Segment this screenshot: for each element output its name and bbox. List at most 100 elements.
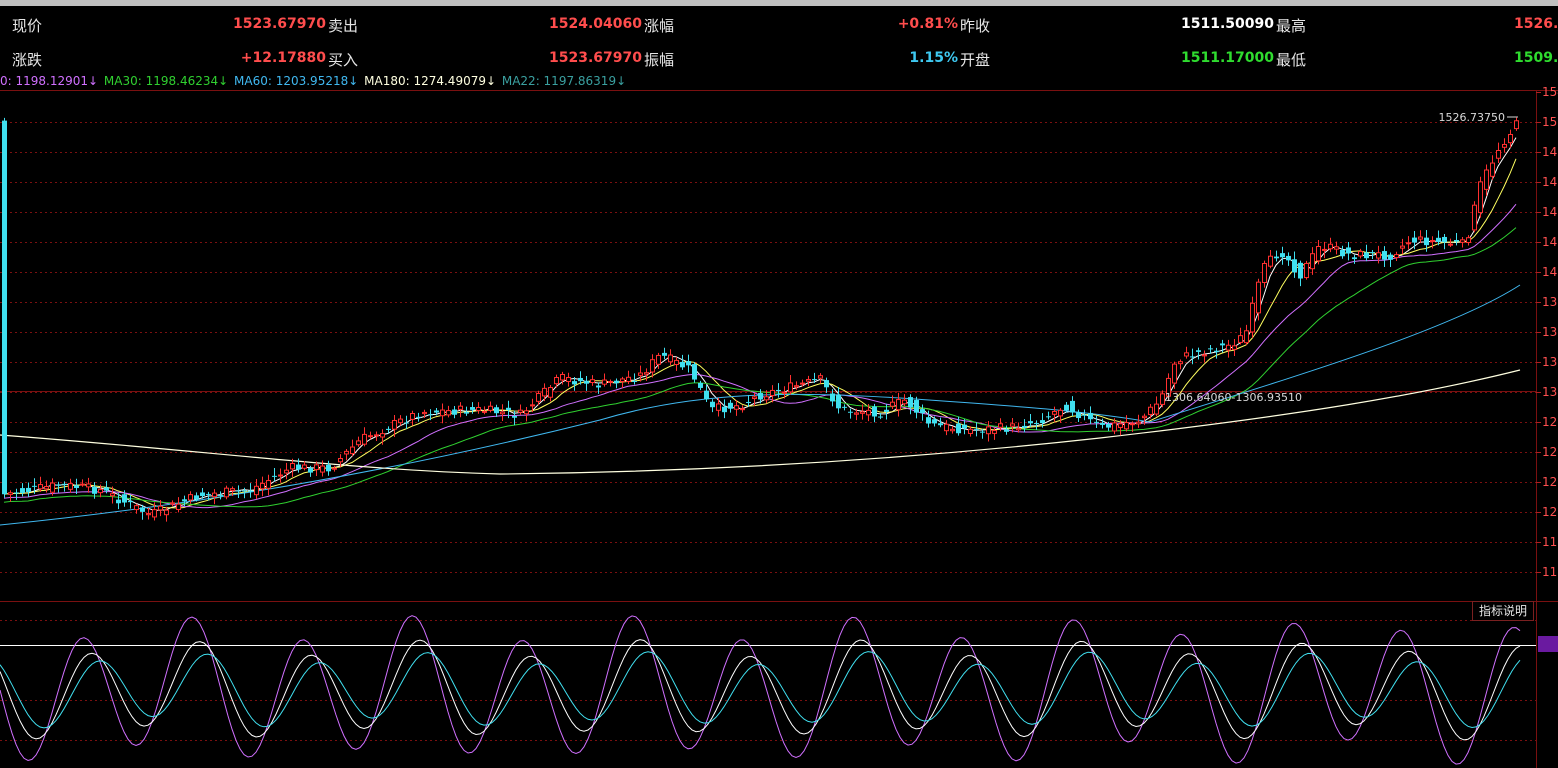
candle-body-down	[1034, 423, 1039, 425]
candle-body-up	[674, 359, 679, 365]
candle-body-up	[860, 411, 865, 414]
candle-body-up	[650, 359, 655, 373]
candle-body-down	[1106, 424, 1111, 428]
candle-body-up	[518, 409, 523, 413]
candle-body-up	[1232, 345, 1237, 350]
candle-body-down	[428, 414, 433, 416]
candle-body-down	[1370, 252, 1375, 254]
candle-body-up	[734, 405, 739, 410]
candle-body-down	[1292, 259, 1297, 273]
candle-body-down	[728, 402, 733, 409]
axis-label: 147	[1542, 175, 1558, 189]
candle-body-up	[446, 410, 451, 416]
candle-body-up	[362, 433, 367, 445]
candle-body-up	[1250, 302, 1255, 333]
candle-body-up	[44, 486, 49, 490]
candle-body-up	[1448, 243, 1453, 246]
candle-body-up	[1202, 354, 1207, 357]
candle-body-down	[2, 120, 7, 495]
candle-body-up	[212, 492, 217, 498]
candle-body-up	[152, 509, 157, 518]
candle-body-up	[1154, 403, 1159, 415]
candle-body-down	[122, 494, 127, 503]
candle-body-up	[602, 379, 607, 385]
candle-body-down	[812, 379, 817, 381]
candle-body-down	[1082, 414, 1087, 416]
candle-body-up	[1262, 262, 1267, 284]
candle-body-up	[356, 440, 361, 446]
candle-body-up	[1490, 162, 1495, 177]
candle-body-down	[296, 464, 301, 470]
candle-body-up	[1244, 330, 1249, 344]
candle-body-down	[680, 361, 685, 368]
axis-label: 152	[1542, 115, 1558, 129]
candle-body-up	[338, 458, 343, 463]
candle-body-down	[200, 492, 205, 497]
candle-body-up	[896, 399, 901, 411]
candle-body-up	[80, 483, 85, 486]
candle-body-down	[1040, 420, 1045, 424]
axis-label: 121	[1542, 505, 1558, 519]
candle-body-down	[236, 490, 241, 492]
axis-label: 118	[1542, 535, 1558, 549]
candle-body-up	[284, 469, 289, 474]
candle-body-up	[320, 465, 325, 473]
candle-body-up	[314, 464, 319, 471]
candle-body-down	[872, 406, 877, 417]
candle-body-down	[956, 423, 961, 434]
candle-body-up	[1406, 242, 1411, 245]
candle-body-up	[566, 377, 571, 383]
candle-body-up	[542, 387, 547, 397]
candle-body-down	[974, 429, 979, 431]
candle-body-down	[914, 400, 919, 413]
candle-body-down	[128, 500, 133, 503]
candle-body-down	[248, 490, 253, 492]
candle-body-down	[1388, 254, 1393, 260]
candle-body-up	[134, 505, 139, 511]
candle-body-up	[1226, 344, 1231, 351]
candle-body-down	[14, 492, 19, 494]
candle-body-down	[692, 364, 697, 380]
candle-body-down	[698, 382, 703, 388]
candle-body-up	[374, 434, 379, 437]
candle-body-up	[1514, 120, 1519, 130]
candle-body-up	[1316, 246, 1321, 262]
candle-body-down	[776, 389, 781, 392]
candle-body-up	[110, 493, 115, 497]
candle-body-up	[740, 408, 745, 411]
kline-chart[interactable]: 154 152 149 147 145 142 140 137 135 133 130 128 125 1…	[0, 0, 1558, 768]
candle-body-up	[440, 409, 445, 417]
candle-body-up	[1376, 252, 1381, 259]
candle-body-up	[800, 382, 805, 385]
candle-body-up	[368, 435, 373, 438]
candle-body-down	[1346, 247, 1351, 254]
candle-body-up	[158, 505, 163, 511]
candle-body-up	[422, 411, 427, 415]
candle-body-up	[818, 375, 823, 379]
candle-body-up	[488, 405, 493, 411]
candle-body-up	[350, 446, 355, 455]
candle-body-up	[344, 450, 349, 455]
candle-body-up	[1472, 204, 1477, 231]
candle-body-down	[758, 393, 763, 400]
candle-body-down	[1064, 404, 1069, 411]
candle-body-up	[1310, 253, 1315, 270]
indicator-help-button[interactable]: 指标说明	[1472, 601, 1534, 621]
candle-body-up	[764, 396, 769, 401]
candle-body-up	[536, 392, 541, 402]
candle-body-up	[1058, 409, 1063, 417]
candle-body-up	[548, 387, 553, 398]
candle-body-down	[1190, 356, 1195, 358]
candle-body-up	[716, 403, 721, 411]
candle-body-up	[1124, 422, 1129, 430]
candle-body-down	[1352, 257, 1357, 260]
axis-label: 130	[1542, 385, 1558, 399]
candle-body-up	[1178, 361, 1183, 365]
candle-body-up	[530, 404, 535, 407]
candle-body-up	[638, 372, 643, 376]
candle-body-up	[986, 426, 991, 435]
candle-body-down	[572, 381, 577, 385]
axis-label: 125	[1542, 445, 1558, 459]
candle-body-up	[902, 399, 907, 405]
ma30-line	[3, 227, 1517, 508]
